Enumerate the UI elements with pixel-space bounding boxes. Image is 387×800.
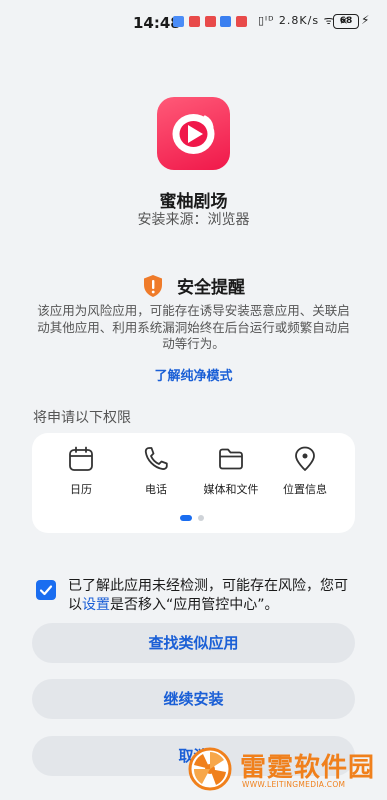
notification-icon <box>205 16 216 27</box>
location-icon <box>295 446 315 471</box>
notification-icon <box>236 16 247 27</box>
security-warning-header: 安全提醒 <box>0 273 387 298</box>
notification-icon <box>173 16 184 27</box>
status-bar: 14:48 ▯ᴵᴰ 2.8K/s ᯤ × 68 ⚡ <box>0 0 387 40</box>
learn-pure-mode-link[interactable]: 了解纯净模式 <box>0 365 387 384</box>
play-icon <box>172 114 215 154</box>
folder-icon <box>219 448 243 470</box>
settings-link[interactable]: 设置 <box>82 597 110 613</box>
notification-icon <box>189 16 200 27</box>
page-dot <box>198 515 204 521</box>
find-similar-apps-button[interactable]: 查找类似应用 <box>32 623 355 663</box>
permissions-card[interactable]: 日历 电话 媒体和文件 位置信息 <box>32 433 355 533</box>
battery-icon: 68 <box>333 14 359 29</box>
permission-item-media-files: 媒体和文件 <box>191 445 271 497</box>
watermark-text: 雷霆软件园 <box>240 753 376 783</box>
calendar-icon <box>69 446 93 471</box>
install-source: 安装来源：浏览器 <box>0 209 387 229</box>
watermark-url: WWW.LEITINGMEDIA.COM <box>242 780 346 789</box>
consent-text: 已了解此应用未经检测，可能存在风险，您可以设置是否移入“应用管控中心”。 <box>68 577 358 615</box>
phone-icon <box>144 447 168 470</box>
permission-label: 电话 <box>145 483 167 496</box>
warning-text: 该应用为风险应用，可能存在诱导安装恶意应用、关联启动其他应用、利用系统漏洞始终在… <box>37 303 350 351</box>
consent-text-after: 是否移入“应用管控中心”。 <box>110 597 279 613</box>
shield-warning-icon <box>142 274 164 298</box>
install-source-value: 浏览器 <box>207 212 250 228</box>
continue-install-button[interactable]: 继续安装 <box>32 679 355 719</box>
notification-icon <box>220 16 231 27</box>
install-source-label: 安装来源： <box>137 212 208 228</box>
permission-label: 日历 <box>70 483 92 496</box>
watermark-logo <box>188 747 232 791</box>
permission-item-calendar: 日历 <box>41 445 121 497</box>
permission-item-location: 位置信息 <box>265 445 345 497</box>
charging-icon: ⚡ <box>361 13 370 27</box>
consent-checkbox[interactable] <box>36 580 56 600</box>
permission-label: 媒体和文件 <box>203 483 259 496</box>
app-icon <box>157 97 230 170</box>
permission-item-phone: 电话 <box>116 445 196 497</box>
permission-label: 位置信息 <box>283 483 327 496</box>
permissions-title: 将申请以下权限 <box>33 410 131 426</box>
warning-title: 安全提醒 <box>177 278 246 298</box>
checkmark-icon <box>39 585 53 596</box>
page-dot-active <box>180 515 192 521</box>
